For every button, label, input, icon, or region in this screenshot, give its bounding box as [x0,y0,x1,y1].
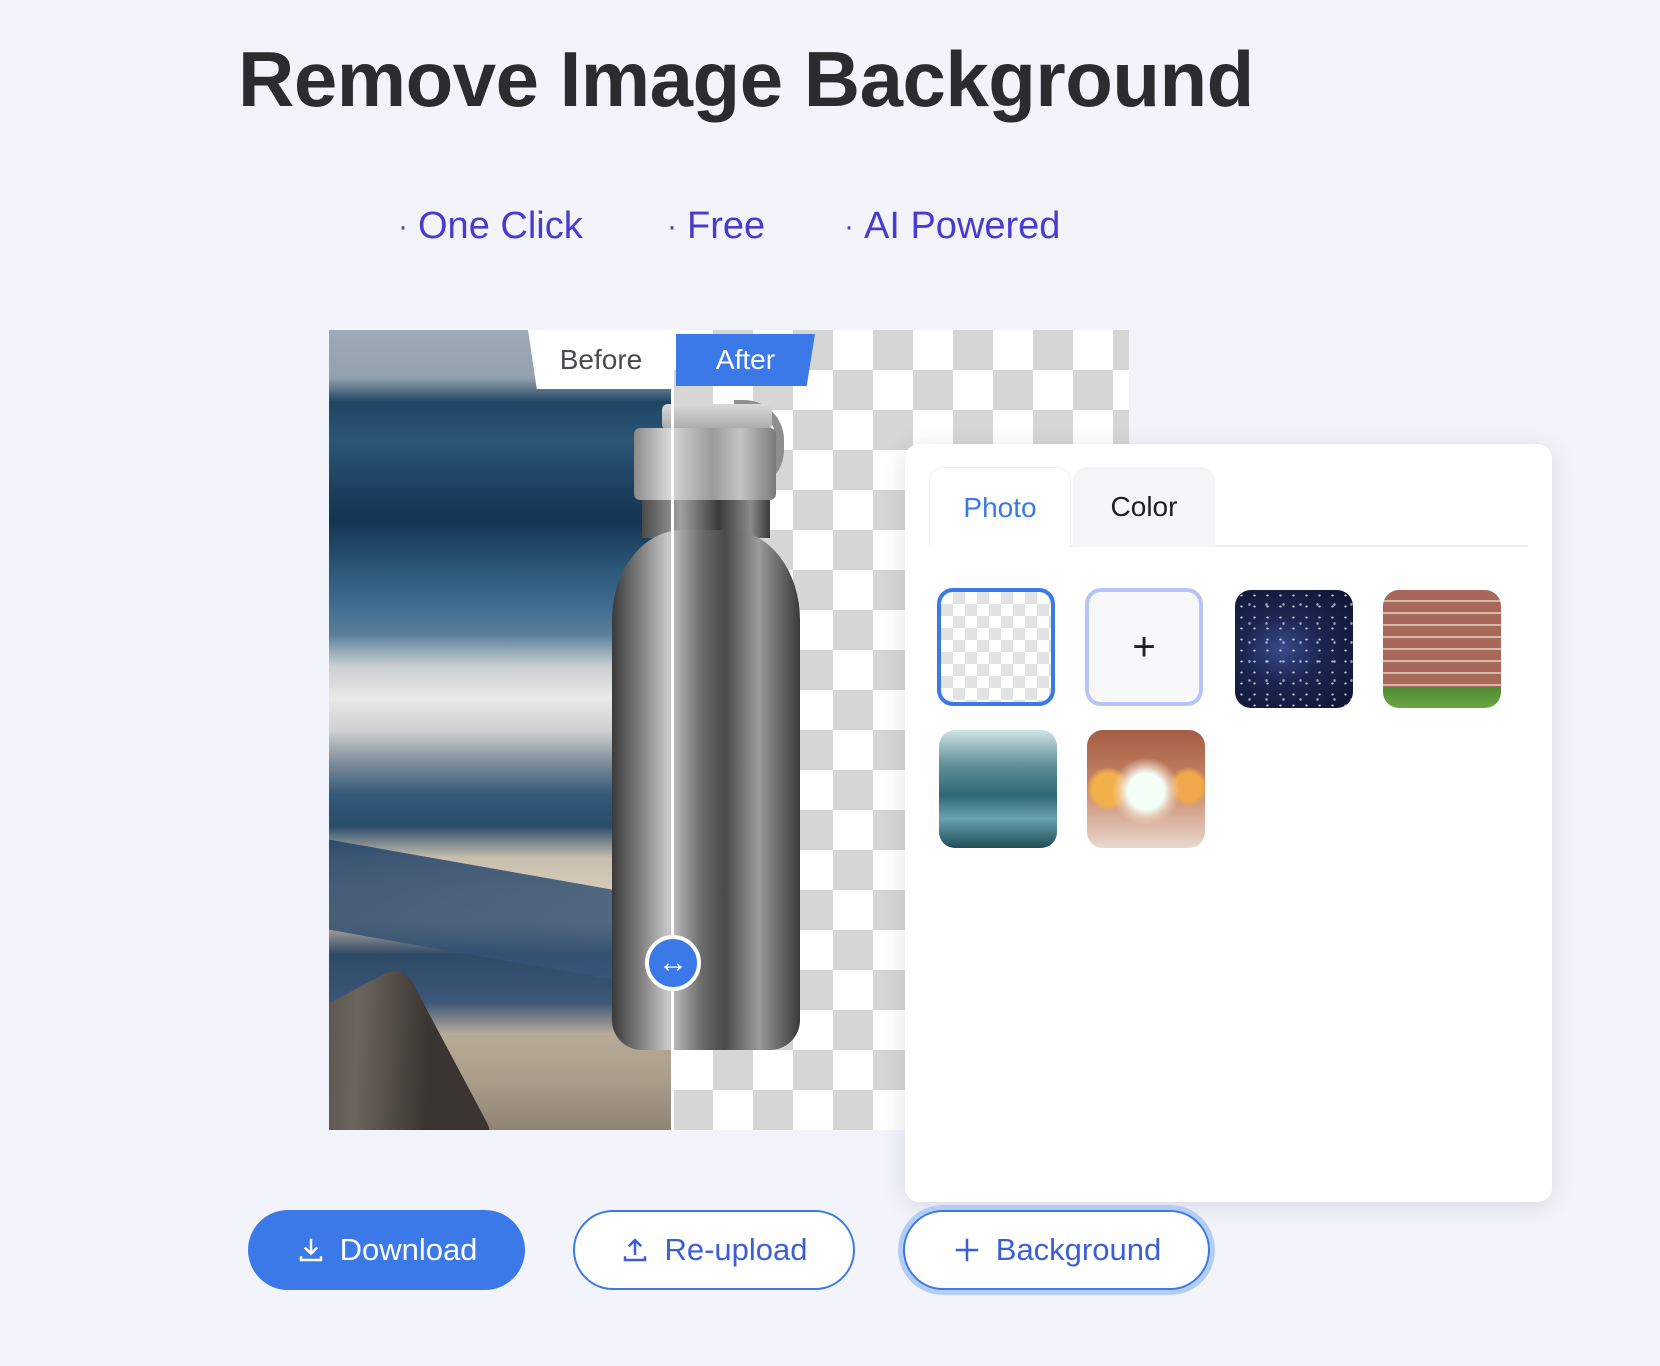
feature-one-click: · One Click [398,205,583,248]
before-label: Before [528,330,674,389]
thumbnail-brick-wall[interactable] [1383,590,1501,708]
download-button[interactable]: Download [248,1210,525,1290]
feature-free: · Free [667,205,765,248]
tab-photo[interactable]: Photo [929,467,1071,547]
slider-handle[interactable]: ↔ [645,935,701,991]
bottle-cap [634,428,776,500]
tab-color[interactable]: Color [1073,467,1215,547]
background-panel: Photo Color + [905,444,1552,1202]
background-tabs: Photo Color [929,467,1528,547]
add-background-toggle-button[interactable]: Background [903,1210,1210,1290]
background-label: Background [995,1232,1162,1267]
left-right-arrow-icon: ↔ [658,946,688,979]
thumbnail-transparent[interactable] [937,588,1055,706]
feature-ai-powered: · AI Powered [844,205,1060,248]
feature-label: Free [687,205,766,247]
bottle-lid [662,404,772,430]
add-background-button[interactable]: + [1085,588,1203,706]
bullet: · [398,209,408,243]
feature-label: One Click [418,205,583,247]
upload-icon [624,1238,647,1262]
bottle-body [612,530,800,1050]
thumbnail-starry-sky[interactable] [1235,590,1353,708]
bullet: · [844,209,854,243]
page-title: Remove Image Background [238,35,1254,123]
after-label: After [676,334,815,386]
comparison-divider[interactable] [671,388,674,1130]
bullet: · [667,209,677,243]
reupload-button[interactable]: Re-upload [573,1210,855,1290]
driftwood [329,964,497,1130]
reupload-label: Re-upload [664,1232,808,1267]
download-label: Download [339,1232,478,1267]
thumbnail-bokeh-lights[interactable] [1087,730,1205,848]
feature-label: AI Powered [864,205,1061,247]
plus-icon [955,1238,979,1262]
download-icon [299,1238,322,1262]
thumbnail-forest-road[interactable] [939,730,1057,848]
plus-icon: + [1132,624,1156,669]
